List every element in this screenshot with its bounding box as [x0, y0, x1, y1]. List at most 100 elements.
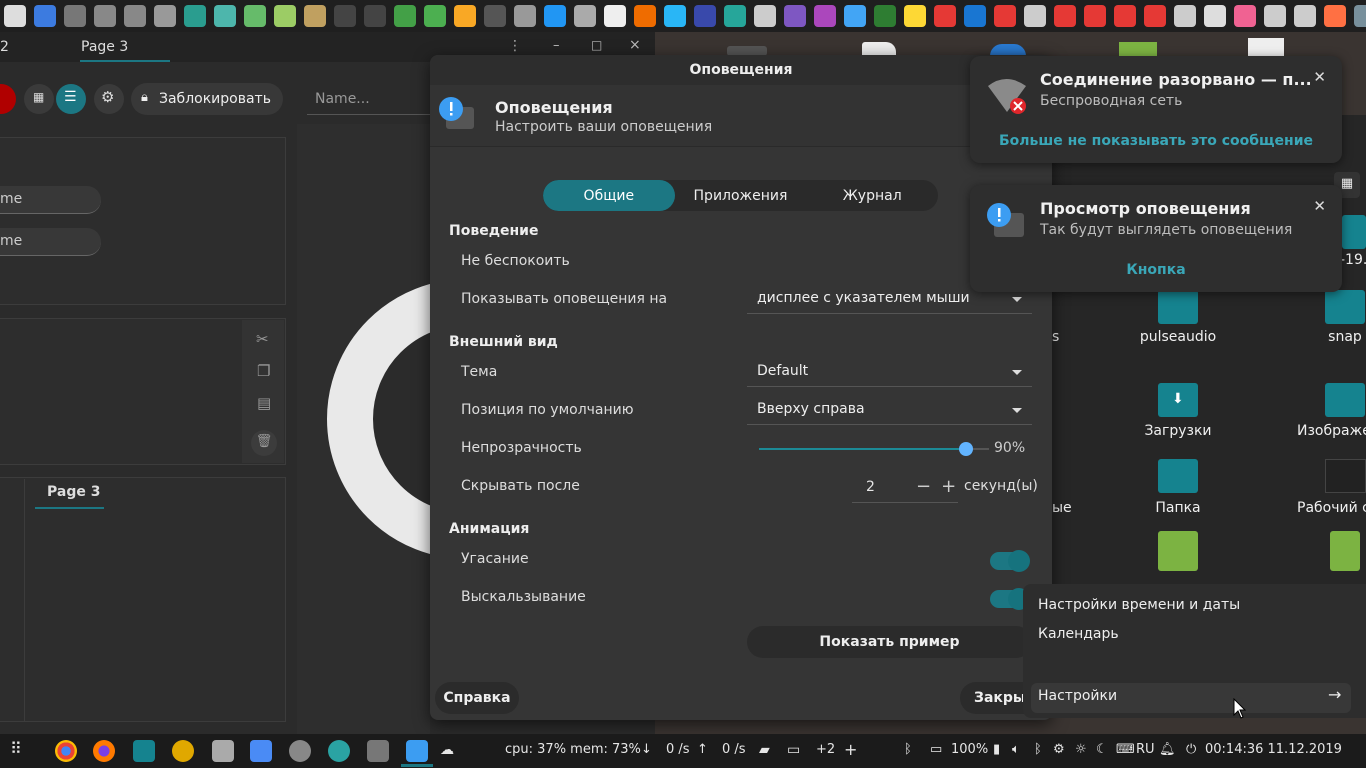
folder-downloads[interactable]: Загрузки	[1130, 423, 1226, 439]
rocket-icon[interactable]	[289, 740, 311, 762]
add-icon[interactable]: +	[844, 740, 857, 759]
window-icon[interactable]	[214, 5, 236, 27]
java-icon[interactable]	[1114, 5, 1136, 27]
folder-icon[interactable]: ▰	[759, 742, 770, 758]
folder-icon[interactable]	[424, 5, 446, 27]
close-icon[interactable]: ×	[629, 37, 641, 53]
flower-icon[interactable]	[1234, 5, 1256, 27]
bluetooth-icon[interactable]: ᛒ	[904, 742, 912, 757]
download-folder-icon[interactable]: ⬇	[1158, 383, 1198, 417]
hide-after-spinner[interactable]: 2 − +	[852, 471, 958, 503]
theme-dropdown[interactable]: Default	[747, 357, 1032, 387]
dialog-titlebar[interactable]: Оповещения	[430, 55, 1052, 85]
phone-icon[interactable]	[994, 5, 1016, 27]
close-icon[interactable]: ✕	[1313, 68, 1326, 86]
tab-page-3[interactable]: Page 3	[81, 32, 128, 62]
search-icon[interactable]	[934, 5, 956, 27]
java-icon[interactable]	[1144, 5, 1166, 27]
star-icon[interactable]	[634, 5, 656, 27]
notification-connection-lost[interactable]: Соединение разорвано — п... Беспроводная…	[970, 56, 1342, 163]
window-icon[interactable]	[367, 740, 389, 762]
minimize-icon[interactable]: –	[553, 38, 560, 53]
circle-icon[interactable]	[1294, 5, 1316, 27]
menu-item-date-time-settings[interactable]: Настройки времени и даты	[1038, 597, 1240, 613]
opacity-slider-handle[interactable]	[959, 442, 973, 456]
tab-page-2[interactable]: 2	[0, 32, 9, 62]
gear-icon[interactable]: ⚙	[1053, 742, 1065, 757]
bluetooth-icon[interactable]: ᛒ	[1034, 742, 1042, 757]
minus-icon[interactable]: −	[916, 476, 931, 497]
window-icon[interactable]: ▭	[787, 742, 800, 758]
circle-icon[interactable]	[1024, 5, 1046, 27]
play-icon[interactable]	[814, 5, 836, 27]
menu-item-calendar[interactable]: Календарь	[1038, 626, 1119, 642]
disk-icon[interactable]	[154, 5, 176, 27]
position-dropdown[interactable]: Вверху справа	[747, 395, 1032, 425]
show-example-button[interactable]: Показать пример	[747, 626, 1032, 658]
files-icon[interactable]	[544, 5, 566, 27]
power-icon[interactable]: ⏻	[1186, 742, 1196, 757]
help-button[interactable]: Справка	[435, 682, 519, 714]
speaker-icon[interactable]	[904, 5, 926, 27]
download-icon[interactable]	[454, 5, 476, 27]
name-input[interactable]: Name...	[307, 83, 437, 115]
name-field-2[interactable]: me	[0, 228, 101, 256]
kebab-menu-icon[interactable]: ⋮	[508, 38, 522, 54]
circle-icon[interactable]	[1174, 5, 1196, 27]
monitor-icon[interactable]	[484, 5, 506, 27]
camera-icon[interactable]	[328, 740, 350, 762]
cloud-icon[interactable]: ☁	[440, 742, 454, 758]
pages-tab-page-3[interactable]: Page 3	[47, 484, 100, 500]
folder-pulseaudio[interactable]: pulseaudio	[1130, 329, 1226, 345]
firefox-icon[interactable]	[93, 740, 115, 762]
tab-general[interactable]: Общие	[543, 180, 675, 211]
network-icon[interactable]	[964, 5, 986, 27]
disk-icon[interactable]	[94, 5, 116, 27]
keyboard-icon[interactable]: ⌨	[1116, 742, 1135, 757]
chart-icon[interactable]	[874, 5, 896, 27]
desktop-folder-icon[interactable]	[1325, 459, 1366, 493]
name-field-1[interactable]: me	[0, 186, 101, 214]
volume-icon[interactable]: 🔈︎	[1012, 742, 1020, 757]
java-icon[interactable]	[1054, 5, 1076, 27]
chrome-icon[interactable]	[1204, 5, 1226, 27]
network-icon[interactable]	[574, 5, 596, 27]
notification-preview[interactable]: Просмотр оповещения Так будут выглядеть …	[970, 185, 1342, 292]
opacity-slider[interactable]	[759, 442, 989, 456]
keyboard-layout[interactable]: RU	[1136, 742, 1155, 757]
sync-icon[interactable]	[172, 740, 194, 762]
brightness-icon[interactable]: ☼	[1075, 742, 1087, 757]
maximize-icon[interactable]: □	[591, 38, 602, 52]
notifications-app-icon[interactable]	[406, 740, 428, 762]
window-icon[interactable]	[184, 5, 206, 27]
cut-icon[interactable]: ✂	[256, 330, 269, 348]
disk-icon[interactable]	[124, 5, 146, 27]
folder-icon[interactable]	[304, 5, 326, 27]
paste-icon[interactable]: ▤	[257, 394, 271, 412]
folder-snap[interactable]: snap	[1322, 329, 1366, 345]
folder-icon[interactable]	[1342, 215, 1366, 249]
window-icon[interactable]	[244, 5, 266, 27]
tab-journal[interactable]: Журнал	[806, 180, 938, 211]
firefox-icon[interactable]	[1324, 5, 1346, 27]
terminal-icon[interactable]	[364, 5, 386, 27]
package-icon[interactable]	[212, 740, 234, 762]
wrench-icon[interactable]	[724, 5, 746, 27]
folder-icon[interactable]	[1158, 459, 1198, 493]
fade-toggle[interactable]	[990, 550, 1030, 572]
folder-papka[interactable]: Папка	[1130, 500, 1226, 516]
list-view-button[interactable]: ☰	[56, 84, 86, 114]
java-icon[interactable]	[1084, 5, 1106, 27]
copy-icon[interactable]: ❐	[257, 362, 270, 380]
folder-icon[interactable]	[1325, 290, 1365, 324]
plus-icon[interactable]: +	[941, 476, 956, 497]
delete-icon[interactable]: 🗑︎	[251, 430, 277, 456]
wave-icon[interactable]	[844, 5, 866, 27]
folder-pictures[interactable]: Изображе	[1297, 423, 1366, 439]
archive-icon[interactable]	[1158, 531, 1198, 571]
shield-icon[interactable]	[34, 5, 56, 27]
window-icon[interactable]	[274, 5, 296, 27]
dots-icon[interactable]	[694, 5, 716, 27]
night-mode-icon[interactable]: ☾	[1096, 742, 1108, 757]
chrome-icon[interactable]	[55, 740, 77, 762]
